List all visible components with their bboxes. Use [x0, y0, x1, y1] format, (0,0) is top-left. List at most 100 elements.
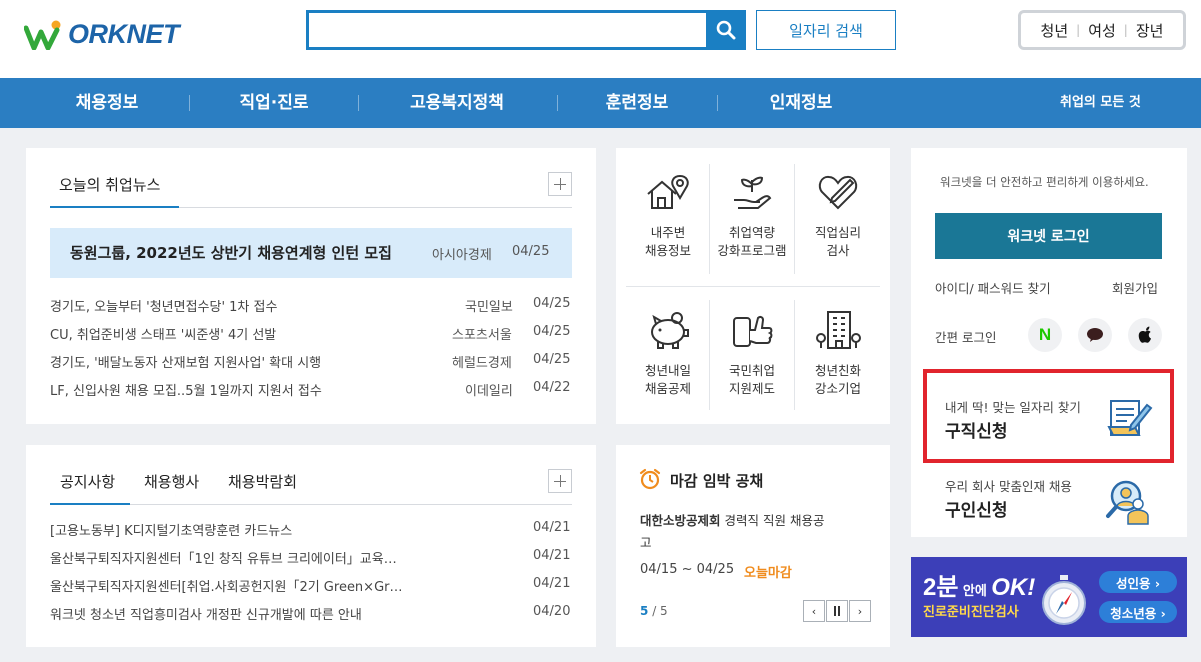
service-youth-savings[interactable]: 청년내일 채움공제 [626, 308, 710, 398]
service-nearby-jobs[interactable]: 내주변 채용정보 [626, 170, 710, 260]
service-label-line2: 채움공제 [644, 381, 691, 396]
service-youth-friendly-companies[interactable]: 청년친화 강소기업 [796, 308, 880, 398]
worknet-login-button[interactable]: 워크넷 로그인 [935, 213, 1162, 259]
news-more-button[interactable] [548, 172, 572, 196]
headline-title: 동원그룹, 2022년도 상반기 채용연계형 인턴 모집 [70, 244, 392, 262]
tab-notice[interactable]: 공지사항 [60, 471, 115, 492]
nav-divider [717, 95, 718, 111]
service-label-line2: 지원제도 [728, 381, 775, 396]
application-form-icon [1107, 400, 1153, 436]
nav-job-info[interactable]: 채용정보 [62, 78, 152, 128]
service-national-employment-support[interactable]: 국민취업 지원제도 [710, 308, 794, 398]
career-diagnosis-banner[interactable]: 2분 안에 OK! 진로준비진단검사 성인용 › 청소년용 › [911, 557, 1187, 637]
notice-item-date: 04/21 [533, 520, 571, 535]
youth-test-button[interactable]: 청소년용 › [1099, 601, 1177, 623]
login-intro: 워크넷을 더 안전하고 편리하게 이용하세요. [940, 175, 1149, 189]
next-button[interactable]: › [849, 600, 871, 622]
naver-icon: N [1038, 325, 1052, 344]
service-label-line2: 강화프로그램 [717, 243, 787, 258]
deadline-title: 마감 임박 공채 [670, 472, 764, 490]
sign-up-link[interactable]: 회원가입 [1112, 278, 1158, 297]
heart-pen-icon [818, 175, 858, 210]
service-label-line1: 내주변 [650, 225, 686, 240]
alarm-clock-icon [639, 468, 661, 490]
service-label-line1: 직업심리 [814, 225, 861, 240]
nav-training[interactable]: 훈련정보 [594, 78, 680, 128]
job-seeker-application[interactable]: 내게 딱! 맞는 일자리 찾기 구직신청 [923, 369, 1174, 463]
pause-icon [834, 606, 840, 616]
service-label-line2: 강소기업 [814, 381, 861, 396]
service-label-line2: 검사 [826, 243, 850, 258]
service-capacity-program[interactable]: 취업역량 강화프로그램 [710, 170, 794, 260]
banner-subtitle: 진로준비진단검사 [923, 605, 1019, 620]
employer-application[interactable]: 구인신청 [945, 496, 1008, 521]
nav-divider [557, 95, 558, 111]
nav-divider [358, 95, 359, 111]
apple-login-button[interactable] [1128, 318, 1162, 352]
news-item-title[interactable]: 경기도, 오늘부터 '청년면접수당' 1차 접수 [50, 296, 277, 315]
adult-test-button[interactable]: 성인용 › [1099, 571, 1177, 593]
notice-item-date: 04/21 [533, 548, 571, 563]
tab-job-events[interactable]: 채용행사 [144, 471, 199, 492]
news-item-source: 헤럴드경제 [452, 356, 512, 371]
women-link[interactable]: 여성 [1088, 20, 1116, 41]
service-label-line1: 국민취업 [728, 363, 775, 378]
news-item-title[interactable]: 경기도, '배달노동자 산재보험 지원사업' 확대 시행 [50, 352, 321, 371]
youth-link[interactable]: 청년 [1041, 20, 1069, 41]
divider [794, 300, 795, 410]
apple-icon [1138, 326, 1151, 343]
nav-welfare-policy[interactable]: 고용복지정책 [395, 78, 519, 128]
find-id-password-link[interactable]: 아이디/ 패스워드 찾기 [935, 278, 1051, 297]
chevron-left-icon: ‹ [811, 604, 817, 618]
job-search-button[interactable]: 일자리 검색 [756, 10, 896, 50]
nav-talent[interactable]: 인재정보 [756, 78, 846, 128]
deadline-job-title: 경력직 직원 채용공 [724, 513, 825, 528]
search-button[interactable] [706, 10, 746, 50]
banner-ok: OK! [991, 574, 1036, 601]
worknet-logo[interactable]: ORKNET [24, 14, 180, 50]
news-item-title[interactable]: LF, 신입사원 채용 모집..5월 1일까지 지원서 접수 [50, 380, 322, 399]
nav-divider [189, 95, 190, 111]
nav-career[interactable]: 직업·진로 [226, 78, 322, 128]
headline-date: 04/25 [512, 244, 550, 259]
nav-all-menu[interactable]: 취업의 모든 것 [1060, 78, 1141, 128]
notice-more-button[interactable] [548, 469, 572, 493]
active-tab-indicator [50, 503, 130, 505]
deadline-job-title-cont: 고 [640, 535, 652, 550]
notice-item-date: 04/21 [533, 576, 571, 591]
thumbs-up-phone-icon [733, 315, 773, 347]
kakao-login-button[interactable] [1078, 318, 1112, 352]
news-item-date: 04/25 [533, 324, 571, 339]
deadline-period: 04/15 ~ 04/25 [640, 562, 735, 577]
naver-login-button[interactable]: N [1028, 318, 1062, 352]
headline-source: 아시아경제 [432, 248, 492, 263]
notice-item-title[interactable]: [고용노동부] K디지털기초역량훈련 카드뉴스 [50, 520, 292, 539]
notice-item-title[interactable]: 울산북구퇴직자지원센터[취업.사회공헌지원「2기 Green×Gr… [50, 576, 403, 595]
prev-button[interactable]: ‹ [803, 600, 825, 622]
page-total: / 5 [652, 604, 668, 618]
tab-job-fairs[interactable]: 채용박람회 [228, 471, 297, 492]
service-psych-test[interactable]: 직업심리 검사 [796, 170, 880, 260]
tab-today-news[interactable]: 오늘의 취업뉴스 [59, 174, 160, 195]
search-icon [716, 20, 736, 40]
pause-button[interactable] [826, 600, 848, 622]
deadline-job-posting[interactable]: 대한소방공제회 경력직 직원 채용공 고 [640, 510, 870, 554]
easy-login-label: 간편 로그인 [935, 330, 997, 345]
service-label-line2: 채용정보 [644, 243, 691, 258]
hand-sprout-icon [734, 176, 772, 209]
divider [626, 286, 880, 287]
employer-subtitle: 우리 회사 맞춤인재 채용 [945, 479, 1072, 494]
notice-item-date: 04/20 [533, 604, 571, 619]
notice-item-title[interactable]: 울산북구퇴직자지원센터「1인 창직 유튜브 크리에이터」교육… [50, 548, 397, 567]
house-pin-icon [647, 174, 689, 209]
news-item-title[interactable]: CU, 취업준비생 스태프 '씨준생' 4기 선발 [50, 324, 276, 343]
service-label-line1: 청년내일 [644, 363, 691, 378]
senior-link[interactable]: 장년 [1136, 20, 1164, 41]
page-current: 5 [640, 604, 649, 618]
logo-text: ORKNET [68, 19, 180, 49]
notice-item-title[interactable]: 워크넷 청소년 직업흥미검사 개정판 신규개발에 따른 안내 [50, 604, 362, 623]
divider: | [1123, 23, 1128, 37]
headline-news[interactable]: 동원그룹, 2022년도 상반기 채용연계형 인턴 모집 아시아경제 04/25 [50, 228, 572, 278]
main-navigation: 채용정보 직업·진로 고용복지정책 훈련정보 인재정보 취업의 모든 것 [0, 78, 1201, 128]
search-input[interactable] [309, 13, 705, 47]
